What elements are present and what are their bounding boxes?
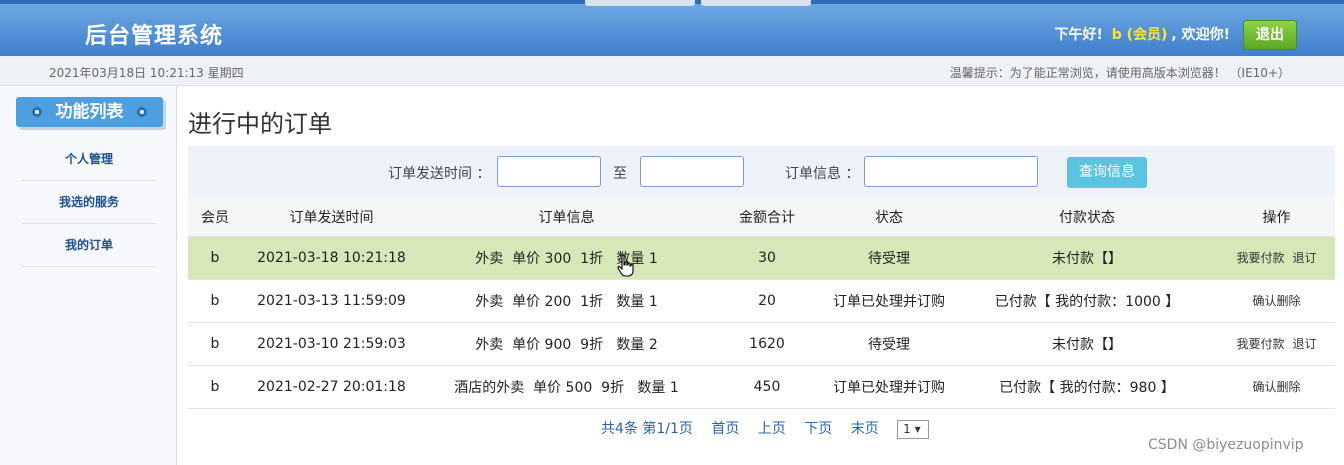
- actions-cell: 我要付款 退订: [1218, 236, 1335, 280]
- pay-status-cell: 未付款【】: [956, 236, 1218, 280]
- column-header: 操作: [1218, 198, 1335, 237]
- total-cell: 30: [712, 236, 822, 280]
- orders-table: 会员 订单发送时间 订单信息 金额合计 状态 付款状态 操作 b 2021-03…: [188, 198, 1335, 409]
- order-info-input[interactable]: [864, 156, 1038, 187]
- bullet-icon: [137, 107, 147, 117]
- time-cell: 2021-03-10 21:59:03: [242, 322, 421, 366]
- column-header: 状态: [822, 198, 956, 237]
- member-cell: b: [188, 279, 242, 323]
- bullet-icon: [32, 107, 42, 117]
- info-cell: 外卖 单价 900 9折 数量 2: [421, 322, 712, 366]
- info-bar: 2021年03月18日 10:21:13 星期四 温馨提示：为了能正常浏览，请使…: [0, 56, 1344, 86]
- time-cell: 2021-03-18 10:21:18: [242, 236, 421, 280]
- member-cell: b: [188, 322, 242, 366]
- column-header: 金额合计: [712, 198, 822, 237]
- greeting-suffix: , 欢迎你!: [1171, 27, 1230, 43]
- send-time-label: 订单发送时间 ：: [388, 166, 491, 182]
- sidebar-header: 功能列表: [16, 97, 163, 127]
- member-cell: b: [188, 236, 242, 280]
- pay-status-cell: 已付款【 我的付款：980 】: [956, 365, 1218, 409]
- confirm-delete-link[interactable]: 确认删除: [1252, 294, 1300, 308]
- sidebar: 功能列表 个人管理 我选的服务 我的订单: [0, 86, 177, 465]
- column-header: 付款状态: [956, 198, 1218, 237]
- pay-status-cell: 未付款【】: [956, 322, 1218, 366]
- sidebar-item-my-orders[interactable]: 我的订单: [22, 224, 156, 267]
- status-cell: 订单已处理并订购: [822, 365, 956, 409]
- table-row: b 2021-03-10 21:59:03 外卖 单价 900 9折 数量 2 …: [188, 322, 1335, 366]
- pagination: 共4条 第1/1页 首页 上页 下页 末页 1 ▾: [601, 418, 930, 439]
- end-date-input[interactable]: [640, 156, 744, 187]
- column-header: 订单发送时间: [242, 198, 421, 237]
- greeting: 下午好! b (会员), 欢迎你!: [1054, 24, 1230, 44]
- status-cell: 订单已处理并订购: [822, 279, 956, 323]
- total-cell: 20: [712, 279, 822, 323]
- start-date-input[interactable]: [497, 156, 601, 187]
- table-row: b 2021-03-13 11:59:09 外卖 单价 200 1折 数量 1 …: [188, 279, 1335, 323]
- confirm-delete-link[interactable]: 确认删除: [1252, 380, 1300, 394]
- search-button[interactable]: 查询信息: [1067, 157, 1147, 188]
- browser-tab-stub: [585, 0, 695, 6]
- actions-cell: 我要付款 退订: [1218, 322, 1335, 366]
- info-cell: 外卖 单价 200 1折 数量 1: [421, 279, 712, 323]
- top-header: 后台管理系统 下午好! b (会员), 欢迎你! 退出: [0, 0, 1344, 56]
- last-page-link[interactable]: 末页: [851, 421, 879, 437]
- hand-cursor-icon: [617, 254, 634, 277]
- table-header-row: 会员 订单发送时间 订单信息 金额合计 状态 付款状态 操作: [188, 198, 1335, 237]
- total-cell: 1620: [712, 322, 822, 366]
- to-label: 至: [613, 166, 627, 182]
- time-cell: 2021-03-13 11:59:09: [242, 279, 421, 323]
- browser-tip: 温馨提示：为了能正常浏览，请使用高版本浏览器！ （IE10+）: [949, 66, 1290, 80]
- member-cell: b: [188, 365, 242, 409]
- column-header: 订单信息: [421, 198, 712, 237]
- greeting-prefix: 下午好!: [1054, 27, 1103, 43]
- app-title: 后台管理系统: [85, 24, 224, 49]
- table-row: b 2021-02-27 20:01:18 酒店的外卖 单价 500 9折 数量…: [188, 365, 1335, 409]
- current-datetime: 2021年03月18日 10:21:13 星期四: [49, 66, 244, 80]
- unsubscribe-link[interactable]: 退订: [1293, 251, 1317, 265]
- prev-page-link[interactable]: 上页: [758, 421, 786, 437]
- table-row: b 2021-03-18 10:21:18 外卖 单价 300 1折 数量 1 …: [188, 236, 1335, 280]
- actions-cell: 确认删除: [1218, 279, 1335, 323]
- pay-link[interactable]: 我要付款: [1236, 337, 1284, 351]
- sidebar-item-personal[interactable]: 个人管理: [22, 138, 156, 181]
- next-page-link[interactable]: 下页: [804, 421, 832, 437]
- first-page-link[interactable]: 首页: [711, 421, 739, 437]
- page-select[interactable]: 1 ▾: [897, 419, 930, 439]
- pay-link[interactable]: 我要付款: [1236, 251, 1284, 265]
- info-cell: 外卖 单价 300 1折 数量 1: [421, 236, 712, 280]
- time-cell: 2021-02-27 20:01:18: [242, 365, 421, 409]
- info-cell: 酒店的外卖 单价 500 9折 数量 1: [421, 365, 712, 409]
- order-info-label: 订单信息 ：: [785, 166, 860, 182]
- status-cell: 待受理: [822, 236, 956, 280]
- username: b (会员): [1111, 27, 1168, 43]
- sidebar-item-my-services[interactable]: 我选的服务: [22, 181, 156, 224]
- sidebar-header-label: 功能列表: [55, 102, 124, 122]
- actions-cell: 确认删除: [1218, 365, 1335, 409]
- pager-summary: 共4条 第1/1页: [601, 421, 693, 437]
- total-cell: 450: [712, 365, 822, 409]
- browser-tab-stub: [701, 0, 811, 6]
- page-title: 进行中的订单: [188, 110, 332, 138]
- status-cell: 待受理: [822, 322, 956, 366]
- column-header: 会员: [188, 198, 242, 237]
- unsubscribe-link[interactable]: 退订: [1293, 337, 1317, 351]
- search-bar: 订单发送时间 ： 至 订单信息 ： 查询信息: [188, 146, 1335, 198]
- watermark: CSDN @biyezuopinvip: [1148, 437, 1304, 453]
- logout-button[interactable]: 退出: [1243, 20, 1297, 50]
- pay-status-cell: 已付款【 我的付款：1000 】: [956, 279, 1218, 323]
